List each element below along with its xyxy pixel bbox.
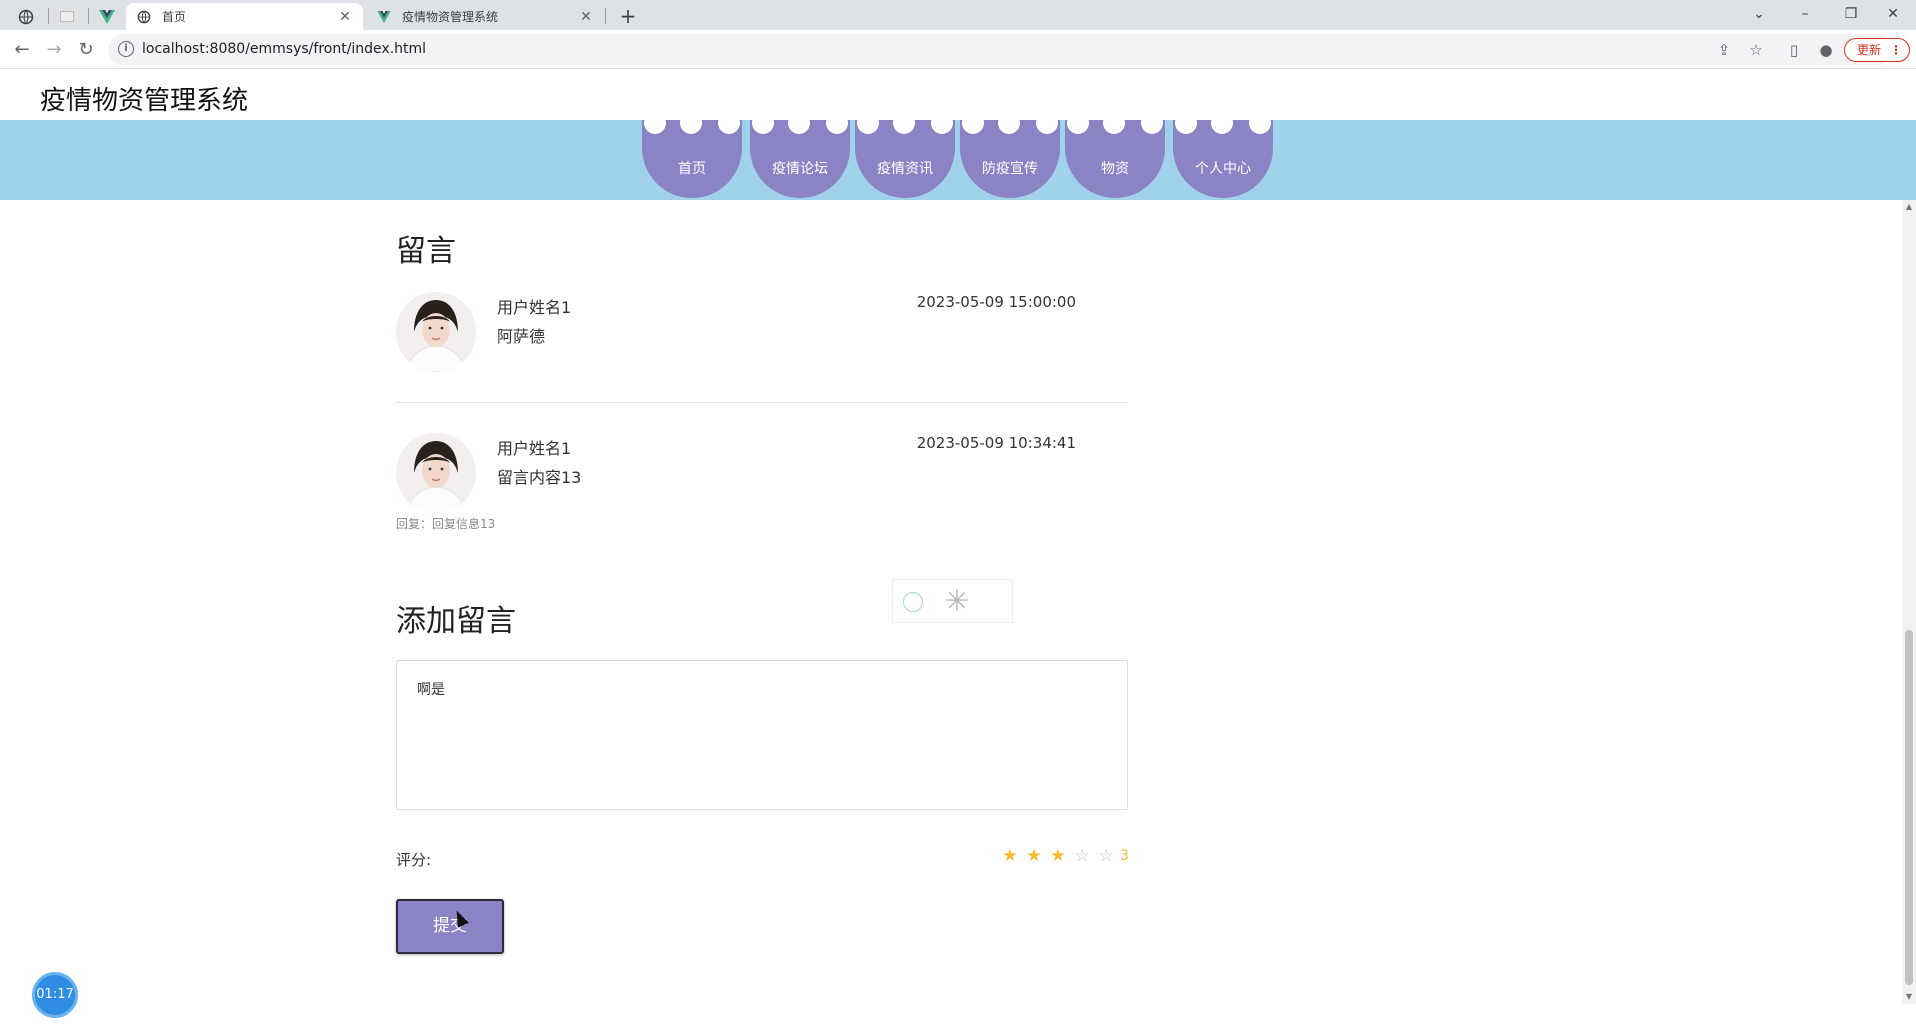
scroll-down-icon[interactable]: ▼: [1902, 990, 1916, 1004]
page-scrollbar[interactable]: ▲ ▼: [1902, 200, 1916, 1004]
globe-icon: [136, 9, 152, 25]
message-user: 用户姓名1: [497, 439, 572, 458]
messages-title: 留言: [396, 234, 456, 269]
browser-toolbar: ← → ↻ i localhost:8080/emmsys/front/inde…: [0, 30, 1916, 69]
vue-logo-icon: [376, 9, 392, 25]
scroll-up-icon[interactable]: ▲: [1902, 200, 1916, 214]
submit-button[interactable]: 提交: [396, 899, 504, 954]
main-nav: 首页 疫情论坛 疫情资讯 防疫宣传 物资 个人中心: [0, 120, 1916, 200]
nav-item-label: 疫情论坛: [772, 161, 828, 177]
reload-icon[interactable]: ↻: [72, 36, 100, 64]
page-header: 疫情物资管理系统: [0, 70, 1916, 120]
address-bar[interactable]: i localhost:8080/emmsys/front/index.html…: [108, 34, 1892, 65]
message-time: 2023-05-09 10:34:41: [916, 434, 1076, 452]
tab-home[interactable]: 首页 ✕: [126, 3, 363, 30]
message-time: 2023-05-09 15:00:00: [916, 293, 1076, 311]
nav-item-label: 个人中心: [1195, 161, 1251, 177]
pinned-tab-globe[interactable]: [6, 3, 46, 30]
smiley-icon: [903, 592, 923, 612]
message-textarea[interactable]: [396, 660, 1128, 810]
nav-item-label: 首页: [678, 161, 706, 177]
blank-page-icon: [60, 11, 74, 22]
star-outline-icon[interactable]: ☆: [1094, 846, 1118, 866]
tab-title: 疫情物资管理系统: [402, 10, 499, 24]
back-arrow-icon[interactable]: ←: [8, 36, 36, 64]
pinned-tab-vue[interactable]: [87, 3, 127, 30]
recording-timer[interactable]: 01:17: [32, 972, 78, 1018]
update-label: 更新: [1857, 43, 1882, 57]
scroll-thumb[interactable]: [1905, 630, 1913, 985]
star-outline-icon[interactable]: ☆: [1070, 846, 1094, 866]
message-user: 用户姓名1: [497, 298, 572, 317]
close-tab-icon[interactable]: ✕: [578, 9, 594, 25]
nav-item-label: 疫情资讯: [877, 161, 933, 177]
globe-icon: [18, 9, 34, 24]
url-text[interactable]: localhost:8080/emmsys/front/index.html: [142, 41, 426, 57]
share-icon[interactable]: ⇪: [1714, 40, 1734, 60]
tab-system[interactable]: 疫情物资管理系统 ✕: [366, 3, 604, 30]
close-window-button[interactable]: ✕: [1870, 0, 1916, 30]
nav-item-label: 防疫宣传: [982, 161, 1038, 177]
site-info-icon[interactable]: i: [118, 41, 134, 57]
more-menu-icon[interactable]: ⋮: [1890, 39, 1902, 61]
new-tab-button[interactable]: +: [615, 3, 641, 29]
loading-indicator: ✳: [892, 579, 1013, 623]
message-content: 阿萨德: [497, 327, 546, 346]
rating-label: 评分:: [396, 851, 432, 869]
update-button[interactable]: 更新 ⋮: [1844, 38, 1910, 62]
browser-tab-bar: 首页 ✕ 疫情物资管理系统 ✕ + ⌄ – ❐ ✕: [0, 0, 1916, 30]
star-icon[interactable]: ★: [1022, 846, 1046, 866]
avatar: [396, 433, 476, 513]
restore-button[interactable]: ❐: [1828, 0, 1874, 30]
bookmark-star-icon[interactable]: ☆: [1746, 40, 1766, 60]
close-tab-icon[interactable]: ✕: [337, 9, 353, 25]
tab-search-icon[interactable]: ⌄: [1736, 0, 1782, 30]
rating-stars[interactable]: ★ ★ ★ ☆ ☆ 3: [998, 846, 1129, 866]
forward-arrow-icon[interactable]: →: [40, 36, 68, 64]
add-message-title: 添加留言: [396, 604, 516, 639]
minimize-button[interactable]: –: [1782, 0, 1828, 30]
star-icon[interactable]: ★: [1046, 846, 1070, 866]
vue-logo-icon: [99, 9, 115, 24]
profile-icon[interactable]: ●: [1816, 40, 1836, 60]
message-item: 用户姓名1 留言内容13 2023-05-09 10:34:41: [396, 433, 1128, 513]
message-content: 留言内容13: [497, 468, 582, 487]
message-item: 用户姓名1 阿萨德 2023-05-09 15:00:00: [396, 292, 1128, 382]
message-reply: 回复：回复信息13: [396, 517, 496, 531]
nav-item-label: 物资: [1101, 161, 1129, 177]
rating-score: 3: [1120, 848, 1129, 864]
pinned-tab-blank[interactable]: [47, 3, 87, 30]
tab-title: 首页: [162, 10, 187, 24]
spinner-icon: ✳: [944, 584, 970, 619]
site-title: 疫情物资管理系统: [40, 86, 249, 116]
message-divider: [396, 402, 1128, 403]
side-panel-icon[interactable]: ▯: [1784, 40, 1804, 60]
avatar: [396, 292, 476, 372]
star-icon[interactable]: ★: [998, 846, 1022, 866]
